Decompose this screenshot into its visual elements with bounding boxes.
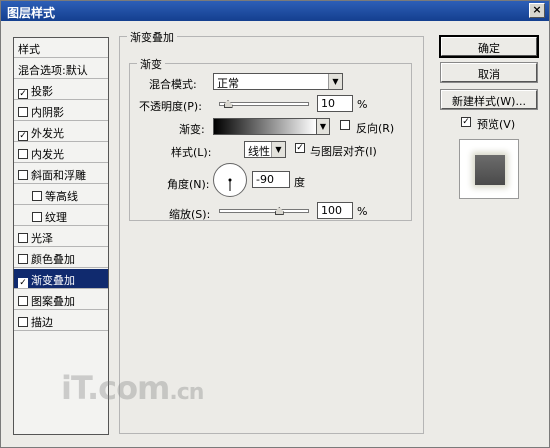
- texture-label: 纹理: [45, 211, 67, 224]
- sidebar-item-inner-glow[interactable]: 内发光: [14, 143, 108, 163]
- new-style-button[interactable]: 新建样式(W)...: [440, 89, 538, 110]
- angle-input[interactable]: -90: [252, 171, 290, 188]
- sidebar-item-color-overlay[interactable]: 颜色叠加: [14, 248, 108, 268]
- blend-mode-label: 混合模式:: [149, 78, 197, 91]
- group-title: 渐变: [137, 56, 165, 72]
- sidebar-item-satin[interactable]: 光泽: [14, 227, 108, 247]
- inner-glow-checkbox[interactable]: [18, 149, 28, 159]
- sidebar-item-inner-shadow[interactable]: 内阴影: [14, 101, 108, 121]
- preview-checkbox[interactable]: ✓: [461, 117, 471, 127]
- angle-dial[interactable]: [213, 163, 247, 197]
- angle-dial-needle: [228, 178, 232, 191]
- scale-value: 100: [321, 204, 342, 217]
- drop-shadow-label: 投影: [31, 85, 53, 98]
- pattern-overlay-label: 图案叠加: [31, 295, 75, 308]
- align-with-layer-label: 与图层对齐(I): [310, 145, 377, 158]
- styles-header[interactable]: 样式: [14, 38, 108, 58]
- opacity-label: 不透明度(P):: [139, 100, 202, 113]
- blend-options-item[interactable]: 混合选项:默认: [14, 59, 108, 79]
- chevron-down-icon: ▼: [328, 74, 342, 89]
- style-label: 样式(L):: [171, 146, 212, 159]
- ok-label: 确定: [478, 42, 500, 55]
- styles-header-label: 样式: [18, 43, 40, 56]
- pattern-overlay-checkbox[interactable]: [18, 296, 28, 306]
- inner-shadow-label: 内阴影: [31, 106, 64, 119]
- stroke-checkbox[interactable]: [18, 317, 28, 327]
- sidebar-item-bevel-emboss[interactable]: 斜面和浮雕: [14, 164, 108, 184]
- opacity-slider[interactable]: [219, 102, 309, 106]
- opacity-input[interactable]: 10: [317, 95, 353, 112]
- satin-checkbox[interactable]: [18, 233, 28, 243]
- sidebar-item-pattern-overlay[interactable]: 图案叠加: [14, 290, 108, 310]
- color-overlay-label: 颜色叠加: [31, 253, 75, 266]
- new-style-label: 新建样式(W)...: [452, 95, 526, 108]
- inner-glow-label: 内发光: [31, 148, 64, 161]
- contour-label: 等高线: [45, 190, 78, 203]
- opacity-value: 10: [321, 97, 335, 110]
- cancel-button[interactable]: 取消: [440, 62, 538, 83]
- ok-button[interactable]: 确定: [439, 35, 539, 58]
- blend-mode-select[interactable]: 正常 ▼: [213, 73, 343, 90]
- sidebar-item-drop-shadow[interactable]: ✓ 投影: [14, 80, 108, 100]
- sidebar-item-stroke[interactable]: 描边: [14, 311, 108, 331]
- satin-label: 光泽: [31, 232, 53, 245]
- sidebar-item-gradient-overlay[interactable]: ✓ 渐变叠加: [14, 269, 108, 289]
- dialog-title: 图层样式: [7, 6, 56, 20]
- blend-mode-value: 正常: [217, 77, 239, 90]
- chevron-down-icon: ▼: [271, 142, 285, 157]
- texture-checkbox[interactable]: [32, 212, 42, 222]
- scale-slider[interactable]: [219, 209, 309, 213]
- bevel-emboss-checkbox[interactable]: [18, 170, 28, 180]
- close-icon: ×: [532, 3, 542, 16]
- gradient-overlay-label: 渐变叠加: [31, 274, 75, 287]
- reverse-checkbox[interactable]: [340, 120, 350, 130]
- scale-unit: %: [357, 205, 368, 218]
- bevel-emboss-label: 斜面和浮雕: [31, 169, 86, 182]
- cancel-label: 取消: [478, 68, 500, 81]
- stroke-label: 描边: [31, 316, 53, 329]
- section-title: 渐变叠加: [127, 29, 177, 45]
- angle-value: -90: [256, 173, 274, 186]
- sidebar-item-outer-glow[interactable]: ✓ 外发光: [14, 122, 108, 142]
- style-value: 线性: [248, 145, 270, 158]
- align-with-layer-checkbox[interactable]: ✓: [295, 143, 305, 153]
- outer-glow-label: 外发光: [31, 127, 64, 140]
- chevron-down-icon: ▼: [317, 119, 329, 134]
- title-bar: 图层样式 ×: [1, 1, 549, 21]
- sidebar-item-texture[interactable]: 纹理: [14, 206, 108, 226]
- gradient-overlay-checkbox[interactable]: ✓: [18, 278, 28, 288]
- preview-swatch: [475, 155, 505, 185]
- watermark: iT.com.cn: [61, 369, 204, 407]
- scale-label: 缩放(S):: [169, 208, 211, 221]
- contour-checkbox[interactable]: [32, 191, 42, 201]
- outer-glow-checkbox[interactable]: ✓: [18, 131, 28, 141]
- scale-input[interactable]: 100: [317, 202, 353, 219]
- angle-unit: 度: [294, 176, 305, 189]
- blend-options-label: 混合选项:默认: [18, 64, 88, 77]
- color-overlay-checkbox[interactable]: [18, 254, 28, 264]
- inner-shadow-checkbox[interactable]: [18, 107, 28, 117]
- layer-style-dialog: 图层样式 × 样式 混合选项:默认 ✓ 投影 内阴影 ✓ 外发光 内发光 斜面和浮雕…: [0, 0, 550, 448]
- reverse-label: 反向(R): [356, 122, 395, 135]
- drop-shadow-checkbox[interactable]: ✓: [18, 89, 28, 99]
- style-preview: [459, 139, 519, 199]
- gradient-picker[interactable]: [213, 118, 317, 135]
- opacity-unit: %: [357, 98, 368, 111]
- watermark-main: iT.com: [61, 369, 170, 407]
- sidebar-item-contour[interactable]: 等高线: [14, 185, 108, 205]
- preview-label: 预览(V): [477, 118, 516, 131]
- angle-label: 角度(N):: [167, 178, 210, 191]
- watermark-suffix: .cn: [169, 380, 204, 405]
- style-select[interactable]: 线性 ▼: [244, 141, 286, 158]
- gradient-dropdown[interactable]: ▼: [316, 118, 330, 135]
- gradient-label: 渐变:: [179, 123, 205, 136]
- close-button[interactable]: ×: [529, 3, 545, 18]
